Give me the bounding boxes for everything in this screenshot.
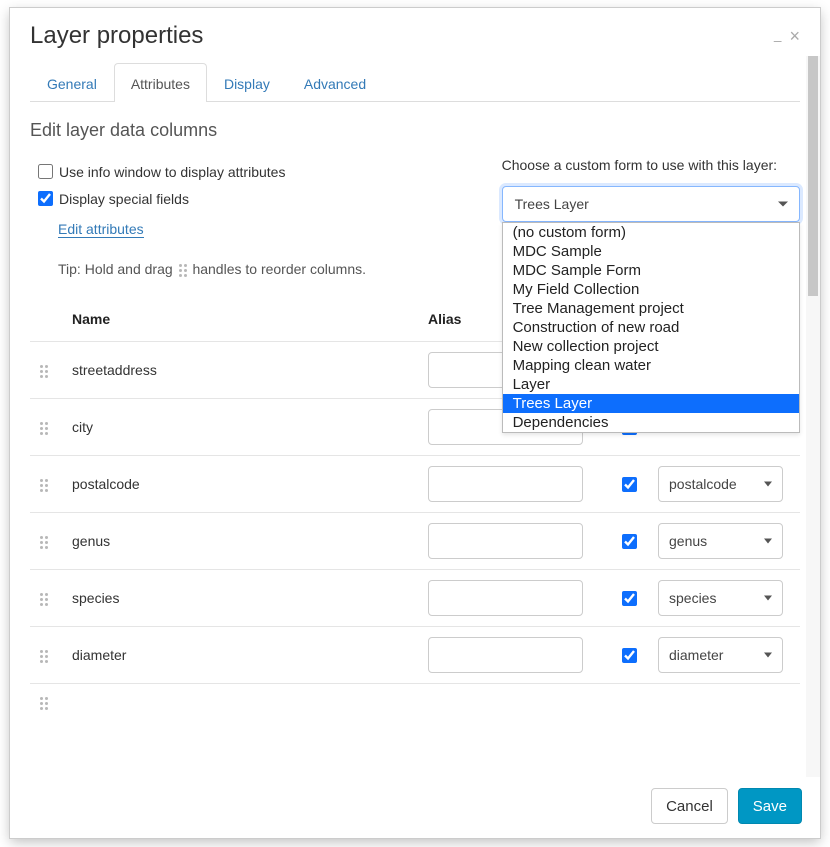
info-window-checkbox[interactable] (38, 164, 53, 179)
dialog-body: General Attributes Display Advanced Edit… (10, 56, 820, 777)
reorder-tip: Tip: Hold and drag handles to reorder co… (58, 258, 398, 280)
info-window-label: Use info window to display attributes (59, 164, 285, 180)
field-mapping-value: postalcode (669, 476, 737, 492)
dropdown-option[interactable]: Mapping clean water (503, 356, 799, 375)
table-row: postalcode postalcode (30, 456, 800, 513)
column-name: diameter (64, 627, 420, 684)
minimize-icon[interactable]: – (774, 33, 782, 47)
special-fields-checkbox[interactable] (38, 191, 53, 206)
save-button[interactable]: Save (738, 788, 802, 824)
row-visible-checkbox[interactable] (622, 591, 637, 606)
alias-input[interactable] (428, 580, 583, 616)
dialog-footer: Cancel Save (10, 777, 820, 838)
tab-general[interactable]: General (30, 63, 114, 102)
edit-attributes-link[interactable]: Edit attributes (58, 221, 144, 238)
dialog-titlebar: Layer properties – × (10, 8, 820, 56)
dialog-content: General Attributes Display Advanced Edit… (10, 56, 806, 777)
chevron-down-icon (778, 202, 788, 207)
tab-display[interactable]: Display (207, 63, 287, 102)
dialog-title: Layer properties (30, 22, 766, 50)
alias-input[interactable] (428, 523, 583, 559)
dropdown-option[interactable]: My Field Collection (503, 280, 799, 299)
drag-handle-icon[interactable] (40, 593, 48, 606)
scrollbar-thumb[interactable] (808, 56, 818, 296)
field-mapping-value: diameter (669, 647, 723, 663)
tabs: General Attributes Display Advanced (30, 62, 800, 102)
special-fields-label: Display special fields (59, 191, 189, 207)
dropdown-option[interactable]: (no custom form) (503, 223, 799, 242)
dropdown-option[interactable]: New collection project (503, 337, 799, 356)
chevron-down-icon (764, 596, 772, 601)
custom-form-select[interactable]: Trees Layer (502, 186, 800, 222)
drag-handle-icon[interactable] (40, 479, 48, 492)
dropdown-option[interactable]: Layer (503, 375, 799, 394)
alias-input[interactable] (428, 466, 583, 502)
dropdown-option[interactable]: MDC Sample (503, 242, 799, 261)
custom-form-label: Choose a custom form to use with this la… (502, 155, 800, 176)
column-name: postalcode (64, 456, 420, 513)
chevron-down-icon (764, 653, 772, 658)
field-mapping-value: species (669, 590, 716, 606)
custom-form-dropdown[interactable]: (no custom form)MDC SampleMDC Sample For… (502, 222, 800, 433)
tip-suffix: handles to reorder columns. (192, 261, 366, 277)
field-mapping-select[interactable]: postalcode (658, 466, 783, 502)
column-name: genus (64, 513, 420, 570)
drag-handle-icon[interactable] (40, 697, 48, 710)
scrollbar-track[interactable] (806, 56, 820, 777)
field-mapping-select[interactable]: species (658, 580, 783, 616)
dropdown-option[interactable]: Tree Management project (503, 299, 799, 318)
field-mapping-select[interactable]: genus (658, 523, 783, 559)
column-name: species (64, 570, 420, 627)
drag-handle-icon[interactable] (40, 422, 48, 435)
custom-form-selected: Trees Layer (515, 196, 589, 212)
close-icon[interactable]: × (789, 27, 800, 45)
dropdown-option[interactable]: Construction of new road (503, 318, 799, 337)
drag-handle-icon[interactable] (40, 365, 48, 378)
tab-advanced[interactable]: Advanced (287, 63, 383, 102)
field-mapping-value: genus (669, 533, 707, 549)
column-name: city (64, 399, 420, 456)
column-name: streetaddress (64, 342, 420, 399)
drag-handle-icon[interactable] (40, 536, 48, 549)
drag-handle-icon[interactable] (40, 650, 48, 663)
dropdown-option[interactable]: Trees Layer (503, 394, 799, 413)
cancel-button[interactable]: Cancel (651, 788, 728, 824)
chevron-down-icon (764, 539, 772, 544)
table-row: species species (30, 570, 800, 627)
dropdown-option[interactable]: MDC Sample Form (503, 261, 799, 280)
drag-handle-icon (179, 264, 187, 277)
table-row: genus genus (30, 513, 800, 570)
chevron-down-icon (764, 482, 772, 487)
row-visible-checkbox[interactable] (622, 648, 637, 663)
alias-input[interactable] (428, 637, 583, 673)
table-row-cut (30, 684, 800, 711)
row-visible-checkbox[interactable] (622, 534, 637, 549)
table-row: diameter diameter (30, 627, 800, 684)
tip-prefix: Tip: Hold and drag (58, 261, 177, 277)
tab-attributes[interactable]: Attributes (114, 63, 207, 102)
dropdown-option[interactable]: Dependencies (503, 413, 799, 432)
field-mapping-select[interactable]: diameter (658, 637, 783, 673)
layer-properties-dialog: Layer properties – × General Attributes … (10, 8, 820, 838)
column-header-name: Name (64, 294, 420, 342)
row-visible-checkbox[interactable] (622, 477, 637, 492)
section-title: Edit layer data columns (30, 120, 800, 141)
